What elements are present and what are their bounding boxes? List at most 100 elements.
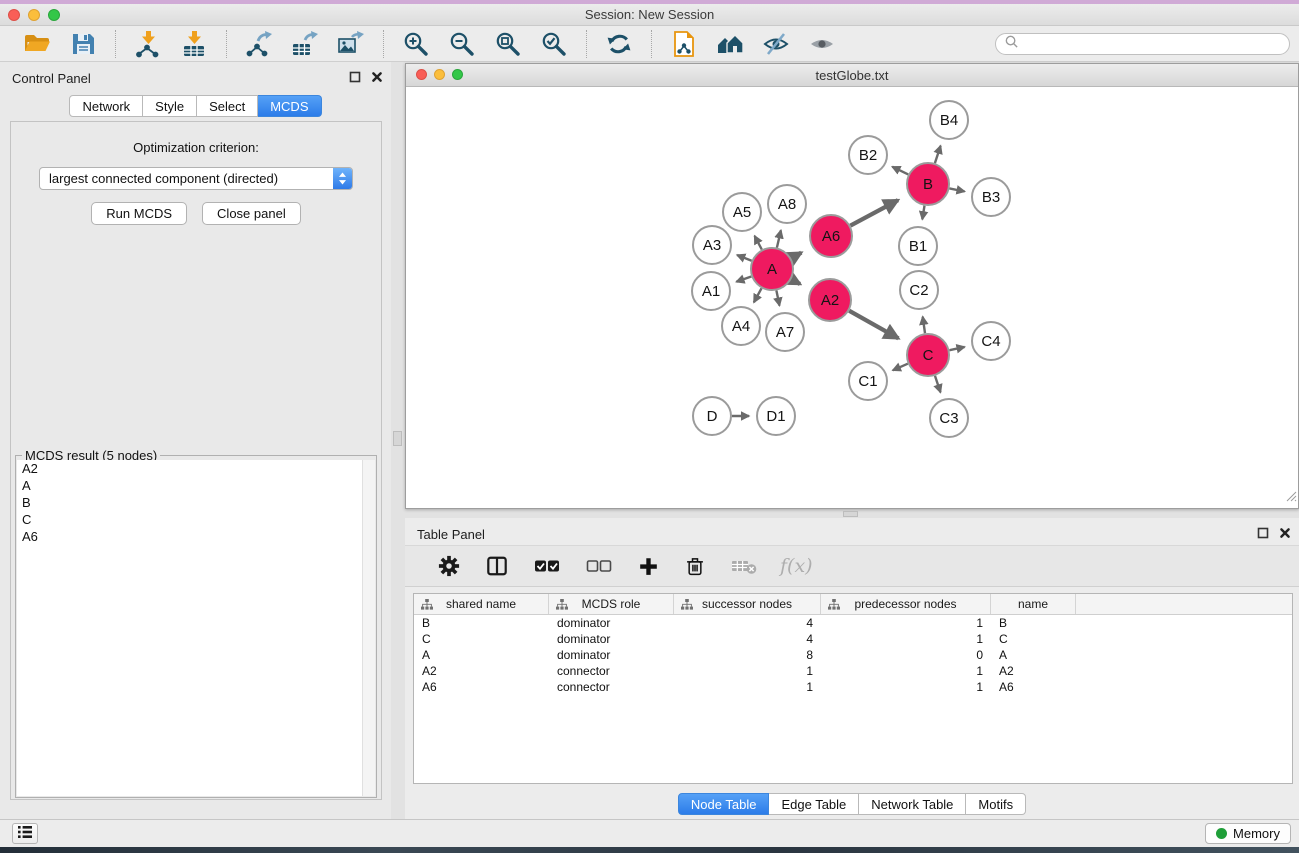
tab-select[interactable]: Select	[197, 95, 258, 117]
graph-node-B3[interactable]: B3	[972, 178, 1010, 216]
graph-node-A6[interactable]: A6	[810, 215, 852, 257]
column-header-predecessor-nodes[interactable]: predecessor nodes	[821, 594, 991, 614]
result-list-item[interactable]: A6	[17, 528, 375, 545]
zoom-in-button[interactable]	[400, 28, 432, 60]
graph-edge-C-C2[interactable]	[923, 317, 925, 334]
search-box[interactable]	[995, 33, 1290, 55]
memory-button[interactable]: Memory	[1205, 823, 1291, 844]
zoom-fit-button[interactable]	[492, 28, 524, 60]
horizontal-splitter[interactable]	[405, 509, 1299, 518]
tab-node-table[interactable]: Node Table	[678, 793, 770, 815]
tab-edge-table[interactable]: Edge Table	[769, 793, 859, 815]
graph-node-A3[interactable]: A3	[693, 226, 731, 264]
mcds-result-list[interactable]: A2ABCA6	[17, 460, 375, 796]
run-mcds-button[interactable]: Run MCDS	[91, 202, 187, 225]
graph-edge-A-A1[interactable]	[736, 277, 751, 282]
result-scrollbar[interactable]	[362, 460, 375, 796]
graph-edge-A-A7[interactable]	[776, 291, 779, 306]
horizontal-splitter-grip[interactable]	[843, 511, 858, 517]
toggle-columns-button[interactable]	[484, 553, 510, 579]
tab-network[interactable]: Network	[69, 95, 143, 117]
graph-edge-B-B3[interactable]	[950, 188, 965, 191]
graph-node-A8[interactable]: A8	[768, 185, 806, 223]
column-header-successor-nodes[interactable]: successor nodes	[674, 594, 821, 614]
graph-node-B4[interactable]: B4	[930, 101, 968, 139]
export-table-button[interactable]	[289, 28, 321, 60]
graph-edge-A-A4[interactable]	[754, 288, 762, 302]
function-builder-button[interactable]: f(x)	[780, 555, 813, 577]
optimization-criterion-select[interactable]: largest connected component (directed)	[39, 167, 353, 190]
graph-node-A1[interactable]: A1	[692, 272, 730, 310]
graph-node-A2[interactable]: A2	[809, 279, 851, 321]
delete-column-button[interactable]	[683, 554, 707, 578]
zoom-selected-button[interactable]	[538, 28, 570, 60]
graph-edge-A2-C[interactable]	[849, 311, 898, 339]
graph-node-A4[interactable]: A4	[722, 307, 760, 345]
graph-node-D1[interactable]: D1	[757, 397, 795, 435]
search-input[interactable]	[1024, 37, 1281, 52]
network-window-titlebar[interactable]: testGlobe.txt	[406, 64, 1298, 87]
tab-style[interactable]: Style	[143, 95, 197, 117]
graph-edge-A-A6[interactable]	[791, 253, 801, 259]
new-network-from-selection-button[interactable]	[668, 28, 700, 60]
add-column-button[interactable]	[636, 554, 661, 579]
show-hidden-button[interactable]	[806, 28, 838, 60]
tab-mcds[interactable]: MCDS	[258, 95, 321, 117]
panel-splitter[interactable]	[391, 62, 405, 819]
graph-node-C[interactable]: C	[907, 334, 949, 376]
network-graph[interactable]: B4B2BB3A5A8A6B1A3AA1C2A2A4A7C4CC1C3DD1	[406, 87, 1298, 508]
result-list-item[interactable]: A	[17, 477, 375, 494]
tab-network-table[interactable]: Network Table	[859, 793, 966, 815]
import-network-button[interactable]	[132, 28, 164, 60]
resize-grip-icon[interactable]	[1283, 488, 1297, 507]
column-header-shared-name[interactable]: shared name	[414, 594, 549, 614]
zoom-out-button[interactable]	[446, 28, 478, 60]
close-panel-button[interactable]: Close panel	[202, 202, 301, 225]
result-list-item[interactable]: A2	[17, 460, 375, 477]
table-row[interactable]: Bdominator41B	[414, 615, 1292, 631]
graph-edge-C-C4[interactable]	[950, 347, 965, 350]
open-session-button[interactable]	[21, 28, 53, 60]
export-network-button[interactable]	[243, 28, 275, 60]
graph-edge-C-C3[interactable]	[935, 376, 941, 393]
table-row[interactable]: Adominator80A	[414, 647, 1292, 663]
network-canvas[interactable]: B4B2BB3A5A8A6B1A3AA1C2A2A4A7C4CC1C3DD1	[406, 87, 1298, 508]
graph-edge-B-B2[interactable]	[892, 167, 908, 175]
hide-selected-button[interactable]	[760, 28, 792, 60]
table-row[interactable]: Cdominator41C	[414, 631, 1292, 647]
graph-edge-A6-B[interactable]	[850, 200, 898, 226]
graph-node-C1[interactable]: C1	[849, 362, 887, 400]
task-history-button[interactable]	[12, 823, 38, 844]
result-list-item[interactable]: C	[17, 511, 375, 528]
select-all-rows-button[interactable]	[532, 556, 562, 576]
graph-edge-A-A8[interactable]	[777, 230, 781, 247]
graph-edge-C-C1[interactable]	[893, 364, 908, 371]
graph-node-C2[interactable]: C2	[900, 271, 938, 309]
export-image-button[interactable]	[335, 28, 367, 60]
column-header-name[interactable]: name	[991, 594, 1076, 614]
result-list-item[interactable]: B	[17, 494, 375, 511]
graph-node-B[interactable]: B	[907, 163, 949, 205]
delete-table-button[interactable]	[729, 554, 759, 578]
float-table-panel-icon[interactable]	[1256, 527, 1269, 540]
node-table[interactable]: shared nameMCDS rolesuccessor nodesprede…	[413, 593, 1293, 784]
close-table-panel-icon[interactable]	[1278, 527, 1291, 540]
splitter-grip[interactable]	[393, 431, 402, 446]
graph-edge-A-A5[interactable]	[755, 236, 762, 250]
graph-edge-A-A3[interactable]	[737, 255, 752, 261]
graph-node-B2[interactable]: B2	[849, 136, 887, 174]
column-header-mcds-role[interactable]: MCDS role	[549, 594, 674, 614]
graph-edge-A-A2[interactable]	[791, 279, 800, 284]
tab-motifs[interactable]: Motifs	[966, 793, 1026, 815]
close-panel-icon[interactable]	[370, 71, 383, 84]
save-session-button[interactable]	[67, 28, 99, 60]
table-row[interactable]: A6connector11A6	[414, 679, 1292, 695]
graph-node-C4[interactable]: C4	[972, 322, 1010, 360]
network-overview-button[interactable]	[714, 28, 746, 60]
apply-layout-button[interactable]	[603, 28, 635, 60]
graph-edge-B-B1[interactable]	[922, 206, 924, 220]
graph-edge-B-B4[interactable]	[935, 146, 941, 163]
deselect-all-rows-button[interactable]	[584, 556, 614, 576]
table-row[interactable]: A2connector11A2	[414, 663, 1292, 679]
graph-node-C3[interactable]: C3	[930, 399, 968, 437]
